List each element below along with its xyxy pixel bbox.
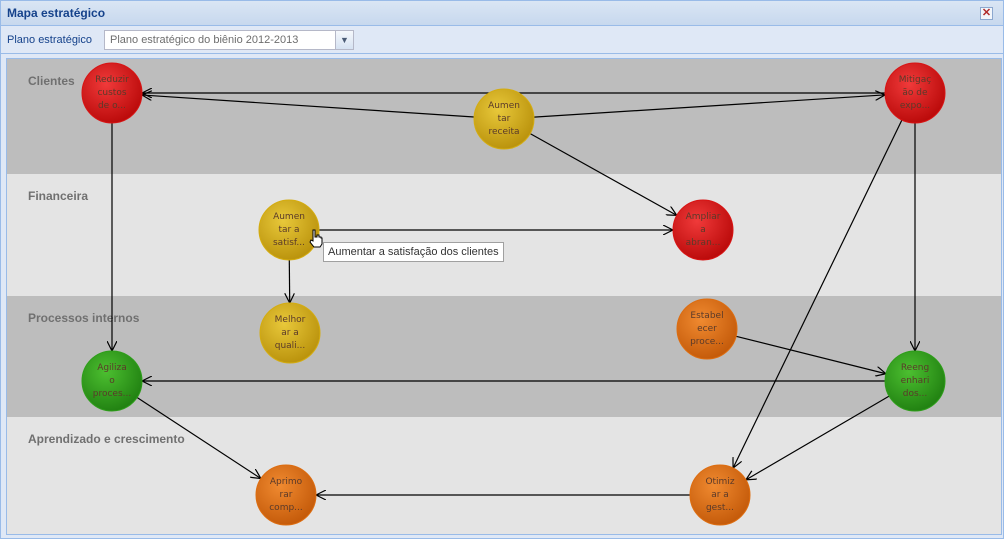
objective-label-line: quali... <box>275 341 306 351</box>
plan-label: Plano estratégico <box>7 34 92 46</box>
objective-label-line: Reduzir <box>95 75 129 85</box>
objective-node-otimizar[interactable]: Otimiz ar a gest... <box>689 464 751 526</box>
plan-select[interactable]: Plano estratégico do biênio 2012-2013 ▼ <box>104 30 354 50</box>
objective-label-line: receita <box>488 127 519 137</box>
lane-financeira-label: Financeira <box>28 189 88 203</box>
objective-label-line: a <box>700 225 706 235</box>
node-tooltip: Aumentar a satisfação dos clientes <box>323 242 504 262</box>
objective-label-line: abran... <box>686 238 721 248</box>
hand-cursor-icon <box>309 229 323 248</box>
objective-label-line: dos... <box>903 389 928 399</box>
lane-processos-internos-band <box>7 296 1001 417</box>
map-canvas: Clientes Financeira Processos internos Apre… <box>6 58 1002 535</box>
objective-label-line: gest... <box>706 503 734 513</box>
lane-processos-internos-label: Processos internos <box>28 311 140 325</box>
lane-financeira-band <box>7 174 1001 296</box>
objective-node-reduzir[interactable]: Reduzir custos de o... <box>81 62 143 124</box>
objective-label-line: o <box>109 376 115 386</box>
objective-node-melhorar[interactable]: Melhor ar a quali... <box>259 302 321 364</box>
objective-label-line: proce... <box>690 337 724 347</box>
objective-label-line: ecer <box>697 324 717 334</box>
objective-label-line: tar a <box>278 225 299 235</box>
objective-label-line: Agiliza <box>97 363 127 373</box>
objective-node-reengenharia[interactable]: Reeng enhari dos... <box>884 350 946 412</box>
objective-node-mitigacao[interactable]: Mitigaç ão de expo... <box>884 62 946 124</box>
objective-label-line: Otimiz <box>705 477 734 487</box>
objective-label-line: Reeng <box>901 363 929 373</box>
objective-label-line: custos <box>97 88 126 98</box>
close-icon[interactable]: ✕ <box>980 7 993 20</box>
window-title: Mapa estratégico <box>7 6 106 20</box>
objective-label-line: comp... <box>269 503 303 513</box>
objective-label-line: Aumen <box>273 212 305 222</box>
objective-label-line: enhari <box>901 376 930 386</box>
chevron-down-icon[interactable]: ▼ <box>335 31 353 49</box>
objective-label-line: Estabel <box>690 311 723 321</box>
plan-select-value: Plano estratégico do biênio 2012-2013 <box>110 34 299 46</box>
objective-node-aumentar-receita[interactable]: Aumen tar receita <box>473 88 535 150</box>
objective-label-line: ar a <box>281 328 299 338</box>
objective-label-line: ão de <box>902 88 928 98</box>
strategy-map-svg: Clientes Financeira Processos internos Apre… <box>7 59 1001 534</box>
objective-label-line: rar <box>280 490 293 500</box>
objective-label-line: expo... <box>900 101 930 111</box>
lane-clientes-label: Clientes <box>28 74 75 88</box>
objective-label-line: de o... <box>98 101 126 111</box>
objective-label-line: Melhor <box>275 315 306 325</box>
objective-label-line: satisf... <box>273 238 305 248</box>
objective-label-line: Mitigaç <box>899 75 932 85</box>
objective-node-ampliar[interactable]: Ampliar a abran... <box>672 199 734 261</box>
objective-label-line: Aprimo <box>270 477 303 487</box>
objective-node-estabelecer[interactable]: Estabel ecer proce... <box>676 298 738 360</box>
objective-label-line: proces... <box>93 389 131 399</box>
objective-node-agilizar[interactable]: Agiliza o proces... <box>81 350 143 412</box>
objective-label-line: ar a <box>711 490 729 500</box>
toolbar: Plano estratégico Plano estratégico do b… <box>1 26 1003 54</box>
window-titlebar[interactable]: Mapa estratégico ✕ <box>1 1 1003 26</box>
objective-label-line: tar <box>498 114 511 124</box>
objective-node-aprimorar[interactable]: Aprimo rar comp... <box>255 464 317 526</box>
lane-aprendizado-crescimento-label: Aprendizado e crescimento <box>28 432 185 446</box>
objective-label-line: Ampliar <box>686 212 721 222</box>
objective-label-line: Aumen <box>488 101 520 111</box>
strategic-map-window: Mapa estratégico ✕ Plano estratégico Pla… <box>0 0 1004 539</box>
